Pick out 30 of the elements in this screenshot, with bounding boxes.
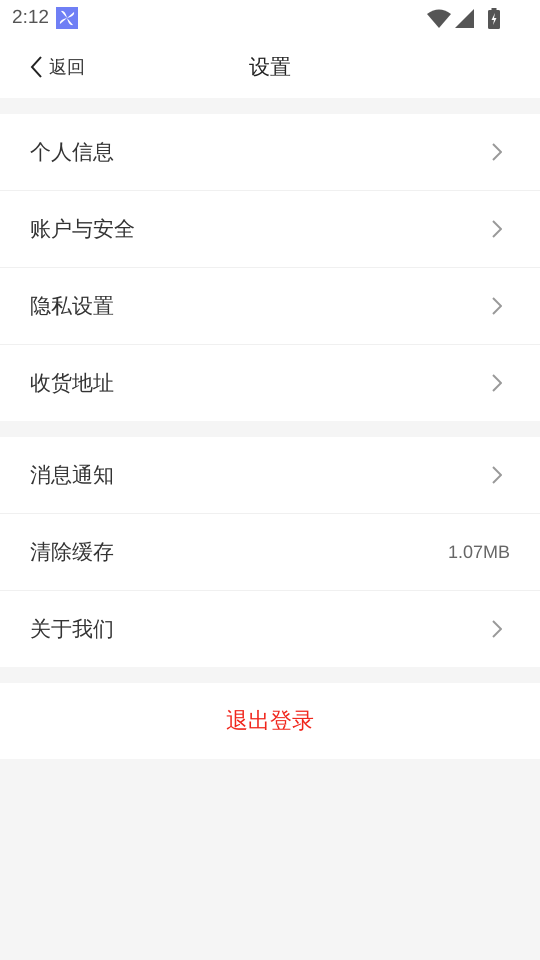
row-label: 个人信息: [30, 139, 115, 166]
logout-button[interactable]: 退出登录: [0, 683, 540, 759]
status-time: 2:12: [12, 7, 49, 29]
row-label: 关于我们: [30, 616, 115, 643]
chevron-right-icon: [492, 220, 502, 238]
chevron-right-icon: [492, 466, 502, 484]
chevron-right-icon: [492, 143, 502, 161]
settings-row[interactable]: 关于我们: [0, 591, 540, 667]
settings-row[interactable]: 账户与安全: [0, 191, 540, 267]
settings-row[interactable]: 隐私设置: [0, 268, 540, 344]
back-button[interactable]: 返回: [0, 47, 85, 87]
settings-row[interactable]: 消息通知: [0, 437, 540, 513]
settings-row[interactable]: 个人信息: [0, 114, 540, 190]
row-label: 隐私设置: [30, 293, 115, 320]
row-label: 消息通知: [30, 462, 115, 489]
settings-row[interactable]: 收货地址: [0, 345, 540, 421]
row-label: 收货地址: [30, 370, 115, 397]
row-label: 清除缓存: [30, 539, 115, 566]
page-title: 设置: [249, 54, 291, 81]
row-label: 账户与安全: [30, 216, 136, 243]
signal-icon: [455, 8, 474, 28]
back-chevron-icon: [30, 56, 43, 78]
chevron-right-icon: [492, 620, 502, 638]
wifi-icon: [427, 8, 451, 28]
chevron-right-icon: [492, 374, 502, 392]
battery-icon: [488, 8, 500, 28]
settings-row[interactable]: 清除缓存 1.07MB: [0, 514, 540, 590]
pinwheel-icon: [56, 7, 78, 29]
chevron-right-icon: [492, 297, 502, 315]
cache-size: 1.07MB: [448, 542, 510, 562]
